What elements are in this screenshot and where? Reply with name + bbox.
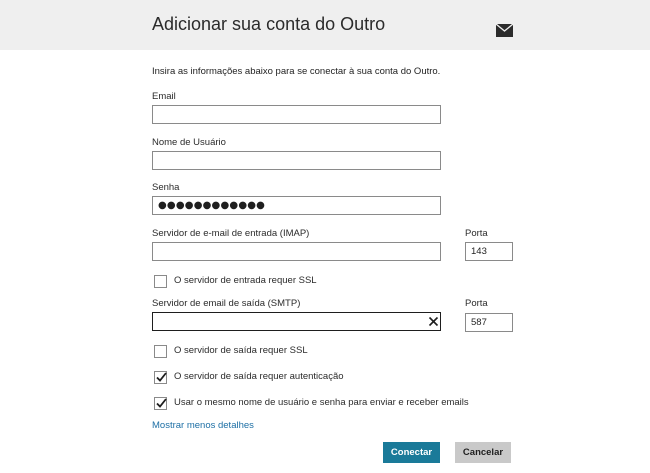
incoming-port-label: Porta xyxy=(465,228,488,239)
incoming-port-field[interactable]: 143 xyxy=(465,242,513,261)
email-label: Email xyxy=(152,91,176,102)
connect-button[interactable]: Conectar xyxy=(383,442,440,463)
instructions-text: Insira as informações abaixo para se con… xyxy=(152,66,441,77)
username-field[interactable] xyxy=(152,151,441,170)
page-title: Adicionar sua conta do Outro xyxy=(152,14,386,34)
password-field[interactable]: ●●●●●●●●●●●● xyxy=(152,196,441,215)
outgoing-port-field[interactable]: 587 xyxy=(465,313,513,332)
cancel-button[interactable]: Cancelar xyxy=(455,442,511,463)
outgoing-server-field[interactable] xyxy=(152,312,441,331)
outgoing-auth-label: O servidor de saída requer autenticação xyxy=(174,371,344,382)
outgoing-ssl-label: O servidor de saída requer SSL xyxy=(174,345,308,356)
checkmark-icon xyxy=(156,398,167,408)
header-bar: Adicionar sua conta do Outro xyxy=(0,0,650,50)
add-account-dialog: Adicionar sua conta do Outro Insira as i… xyxy=(0,0,650,473)
outgoing-port-label: Porta xyxy=(465,298,488,309)
outgoing-auth-checkbox[interactable] xyxy=(154,371,167,384)
same-credentials-checkbox[interactable] xyxy=(154,397,167,410)
outgoing-server-label: Servidor de email de saída (SMTP) xyxy=(152,298,301,309)
password-mask: ●●●●●●●●●●●● xyxy=(158,200,266,211)
incoming-server-label: Servidor de e-mail de entrada (IMAP) xyxy=(152,228,310,239)
same-credentials-label: Usar o mesmo nome de usuário e senha par… xyxy=(174,397,469,408)
show-less-details-link[interactable]: Mostrar menos detalhes xyxy=(152,420,254,431)
incoming-server-field[interactable] xyxy=(152,242,441,261)
outgoing-ssl-checkbox[interactable] xyxy=(154,345,167,358)
incoming-ssl-checkbox[interactable] xyxy=(154,275,167,288)
checkmark-icon xyxy=(156,372,167,382)
username-label: Nome de Usuário xyxy=(152,137,226,148)
incoming-ssl-label: O servidor de entrada requer SSL xyxy=(174,275,317,286)
mail-icon xyxy=(496,24,513,37)
password-label: Senha xyxy=(152,182,180,193)
clear-field-icon[interactable] xyxy=(428,316,439,327)
email-field[interactable] xyxy=(152,105,441,124)
